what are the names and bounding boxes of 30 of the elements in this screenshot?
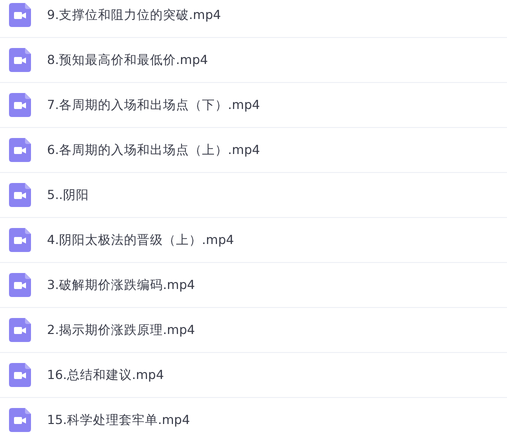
file-name: 3.破解期价涨跌编码.mp4 <box>47 276 195 294</box>
video-file-icon <box>9 318 31 342</box>
video-file-icon <box>9 408 31 432</box>
file-name: 5..阴阳 <box>47 186 89 204</box>
file-name: 15.科学处理套牢单.mp4 <box>47 412 190 428</box>
video-file-icon <box>9 273 31 297</box>
file-row[interactable]: 3.破解期价涨跌编码.mp4 <box>0 263 507 308</box>
file-row[interactable]: 16.总结和建议.mp4 <box>0 353 507 398</box>
file-name: 2.揭示期价涨跌原理.mp4 <box>47 322 195 338</box>
file-row[interactable]: 5..阴阳 <box>0 173 507 218</box>
video-file-icon <box>9 48 31 72</box>
file-name: 16.总结和建议.mp4 <box>47 366 164 384</box>
file-row[interactable]: 4.阴阳太极法的晋级（上）.mp4 <box>0 218 507 263</box>
file-row[interactable]: 7.各周期的入场和出场点（下）.mp4 <box>0 83 507 128</box>
file-name: 7.各周期的入场和出场点（下）.mp4 <box>47 96 260 114</box>
file-row[interactable]: 8.预知最高价和最低价.mp4 <box>0 38 507 83</box>
video-file-icon <box>9 228 31 252</box>
video-file-icon <box>9 3 31 27</box>
file-name: 6.各周期的入场和出场点（上）.mp4 <box>47 142 260 158</box>
file-row[interactable]: 9.支撑位和阻力位的突破.mp4 <box>0 0 507 38</box>
file-row[interactable]: 2.揭示期价涨跌原理.mp4 <box>0 308 507 353</box>
video-file-icon <box>9 183 31 207</box>
file-name: 8.预知最高价和最低价.mp4 <box>47 52 208 68</box>
file-name: 4.阴阳太极法的晋级（上）.mp4 <box>47 232 234 248</box>
file-name: 9.支撑位和阻力位的突破.mp4 <box>47 6 221 24</box>
file-row[interactable]: 15.科学处理套牢单.mp4 <box>0 398 507 437</box>
video-file-icon <box>9 138 31 162</box>
video-file-icon <box>9 93 31 117</box>
file-row[interactable]: 6.各周期的入场和出场点（上）.mp4 <box>0 128 507 173</box>
video-file-icon <box>9 363 31 387</box>
